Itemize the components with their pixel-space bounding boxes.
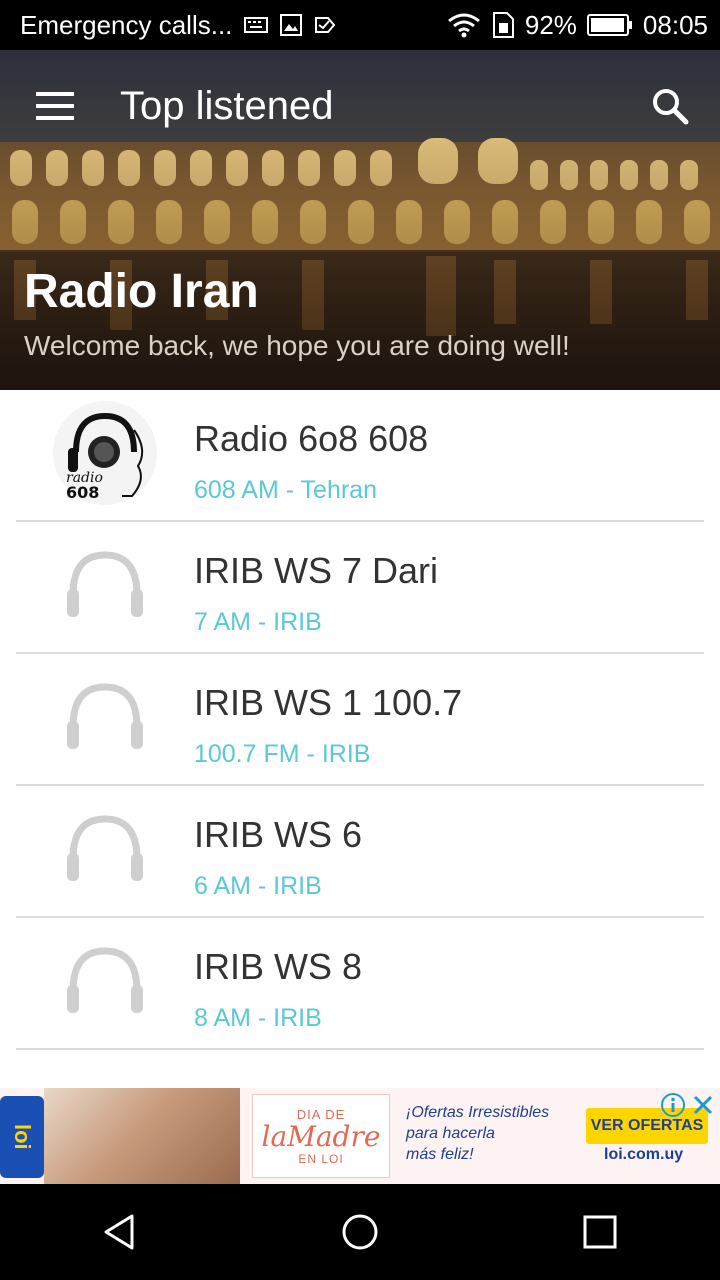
ad-banner[interactable]: loi DIA DE laMadre EN LOI ¡Ofertas Irres… [0, 1088, 720, 1184]
radio-608-logo: radio 608 [52, 400, 158, 506]
station-detail: 8 AM - IRIB [194, 1004, 322, 1032]
ad-photo [44, 1088, 240, 1184]
station-detail: 6 AM - IRIB [194, 872, 322, 900]
keyboard-icon [244, 15, 269, 35]
notification-text: Emergency calls... [20, 9, 233, 40]
ad-info-icon[interactable] [660, 1092, 686, 1118]
back-triangle-icon [104, 1214, 134, 1250]
station-detail: 100.7 FM - IRIB [194, 740, 371, 768]
navigation-bar [0, 1184, 720, 1280]
status-bar: Emergency calls... 92% 08:05 [0, 0, 720, 50]
ad-box-line2: laMadre [261, 1119, 381, 1153]
headphones-icon [52, 664, 158, 770]
svg-text:608: 608 [66, 483, 99, 502]
hamburger-menu-icon [36, 92, 74, 120]
station-detail: 7 AM - IRIB [194, 608, 322, 636]
clock: 08:05 [642, 9, 708, 40]
station-item[interactable]: IRIB WS 6 6 AM - IRIB [16, 786, 704, 918]
headphones-icon [52, 928, 158, 1034]
welcome-subtitle: Welcome back, we hope you are doing well… [24, 330, 570, 361]
station-list[interactable]: radio 608 Radio 6o8 608 608 AM - Tehran … [0, 390, 720, 1088]
recents-square-icon [583, 1215, 617, 1249]
menu-button[interactable] [0, 50, 112, 162]
station-name: IRIB WS 8 [194, 946, 363, 987]
ad-url: loi.com.uy [604, 1146, 684, 1163]
ad-close-icon[interactable] [690, 1092, 716, 1118]
sim-icon [491, 12, 515, 38]
home-circle-icon [342, 1214, 378, 1250]
ad-copy-line2: para hacerla [406, 1125, 495, 1142]
ad-copy-line1: ¡Ofertas Irresistibles [406, 1104, 550, 1121]
station-item[interactable]: IRIB WS 1 100.7 100.7 FM - IRIB [16, 654, 704, 786]
ad-copy-line3: más feliz! [406, 1146, 474, 1163]
station-name: IRIB WS 7 Dari [194, 550, 439, 591]
station-name: IRIB WS 1 100.7 [194, 682, 463, 723]
app-title: Radio Iran [24, 265, 259, 318]
station-name: IRIB WS 6 [194, 814, 363, 855]
station-item[interactable]: radio 608 Radio 6o8 608 608 AM - Tehran [16, 390, 704, 522]
ad-box-line3: EN LOI [298, 1151, 344, 1166]
headphones-icon [52, 532, 158, 638]
image-icon [280, 14, 303, 36]
battery-percent: 92% [524, 9, 577, 40]
station-name: Radio 6o8 608 [194, 418, 429, 459]
station-item[interactable]: IRIB WS 8 8 AM - IRIB [16, 918, 704, 1050]
home-button[interactable] [300, 1184, 420, 1280]
check-icon [314, 14, 336, 36]
ad-controls [660, 1092, 716, 1118]
battery-icon [586, 14, 633, 36]
search-button[interactable] [620, 50, 720, 162]
header: Top listened Radio Iran Welcome back, we… [0, 50, 720, 390]
station-item[interactable]: IRIB WS 7 Dari 7 AM - IRIB [16, 522, 704, 654]
toolbar: Top listened [0, 50, 720, 162]
recents-button[interactable] [540, 1184, 660, 1280]
toolbar-title: Top listened [120, 83, 334, 128]
ad-brand-logo: loi [0, 1096, 44, 1178]
station-detail: 608 AM - Tehran [194, 476, 377, 504]
ad-headline-box: DIA DE laMadre EN LOI [252, 1094, 390, 1178]
search-icon [653, 89, 689, 125]
wifi-icon [447, 12, 481, 38]
headphones-icon [52, 796, 158, 902]
back-button[interactable] [60, 1184, 180, 1280]
ad-copy: ¡Ofertas Irresistibles para hacerla más … [406, 1102, 586, 1165]
